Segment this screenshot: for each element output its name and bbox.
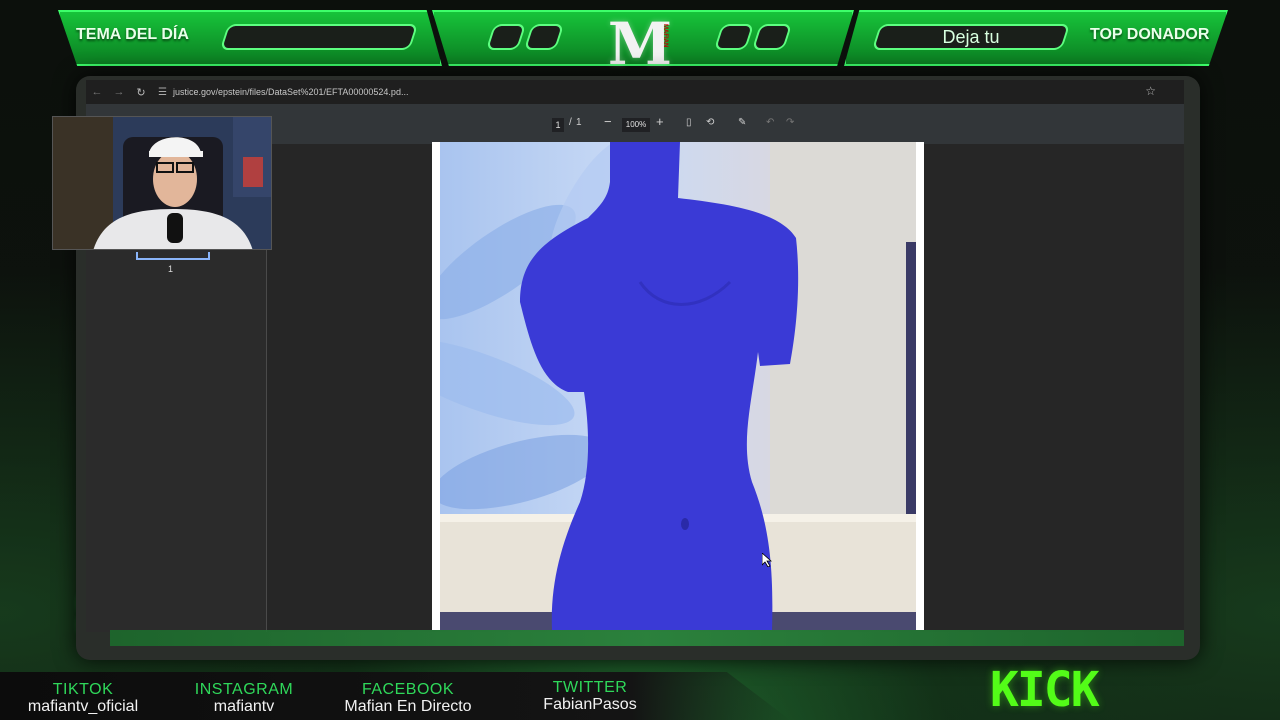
pdf-photo — [440, 142, 916, 630]
forward-icon[interactable]: → — [108, 86, 130, 98]
donor-slot: Deja tu — [871, 24, 1071, 50]
mafian-logo-sub: MAFIAN — [662, 24, 668, 48]
social-name: TWITTER — [552, 679, 628, 696]
social-handle: mafiantv_oficial — [27, 698, 139, 715]
site-info-icon[interactable]: ☰ — [158, 87, 167, 98]
donor-slot-text: Deja tu — [942, 27, 1000, 47]
back-icon[interactable]: ← — [86, 86, 108, 98]
sculpture-illustration — [440, 142, 916, 630]
decor-pill — [523, 24, 565, 50]
reload-icon[interactable]: ↻ — [130, 86, 152, 99]
zoom-in-icon[interactable]: + — [656, 114, 664, 129]
url-field[interactable]: justice.gov/epstein/files/DataSet%201/EF… — [173, 87, 408, 97]
webcam-feed — [52, 116, 272, 250]
social-tiktok: TIKTOK mafiantv_oficial — [18, 682, 148, 716]
social-name: INSTAGRAM — [194, 681, 294, 698]
address-bar: ← → ↻ ☰ justice.gov/epstein/files/DataSe… — [86, 80, 1184, 104]
social-handle: FabianPasos — [543, 696, 637, 713]
zoom-input[interactable]: 100% — [622, 118, 650, 132]
streamer-illustration — [53, 117, 271, 249]
social-name: FACEBOOK — [361, 681, 455, 698]
social-name: TIKTOK — [52, 681, 114, 698]
rotate-icon[interactable]: ⟲ — [706, 117, 714, 128]
decor-pill — [485, 24, 527, 50]
social-handle: mafiantv — [213, 698, 275, 715]
social-instagram: INSTAGRAM mafiantv — [190, 682, 298, 716]
decor-pill — [751, 24, 793, 50]
page-separator: / — [569, 117, 572, 128]
thumbnail-selection[interactable] — [136, 252, 210, 260]
thumbnail-page-number: 1 — [168, 264, 174, 274]
donor-panel: Deja tu TOP DONADOR — [844, 10, 1228, 66]
bookmark-star-icon[interactable]: ☆ — [1145, 84, 1156, 98]
social-twitter: TWITTER FabianPasos — [530, 680, 650, 714]
fit-page-icon[interactable]: ▯ — [686, 117, 692, 128]
page-total: 1 — [576, 117, 582, 128]
topic-panel: TEMA DEL DÍA — [58, 10, 442, 66]
donor-label: TOP DONADOR — [1090, 26, 1210, 43]
topic-label: TEMA DEL DÍA — [76, 26, 189, 43]
bottom-accent-strip — [110, 630, 1184, 646]
undo-icon[interactable]: ↶ — [766, 117, 774, 128]
pdf-page — [432, 142, 924, 630]
topic-slot — [219, 24, 419, 50]
kick-logo: KICK — [990, 662, 1100, 718]
social-facebook: FACEBOOK Mafian En Directo — [328, 682, 488, 716]
page-number-input[interactable]: 1 — [552, 118, 564, 132]
redo-icon[interactable]: ↷ — [786, 117, 794, 128]
annotate-icon[interactable]: ✎ — [738, 117, 746, 128]
zoom-out-icon[interactable]: − — [604, 114, 612, 129]
mouse-cursor-icon — [762, 553, 772, 567]
social-handle: Mafian En Directo — [344, 698, 472, 715]
decor-pill — [713, 24, 755, 50]
